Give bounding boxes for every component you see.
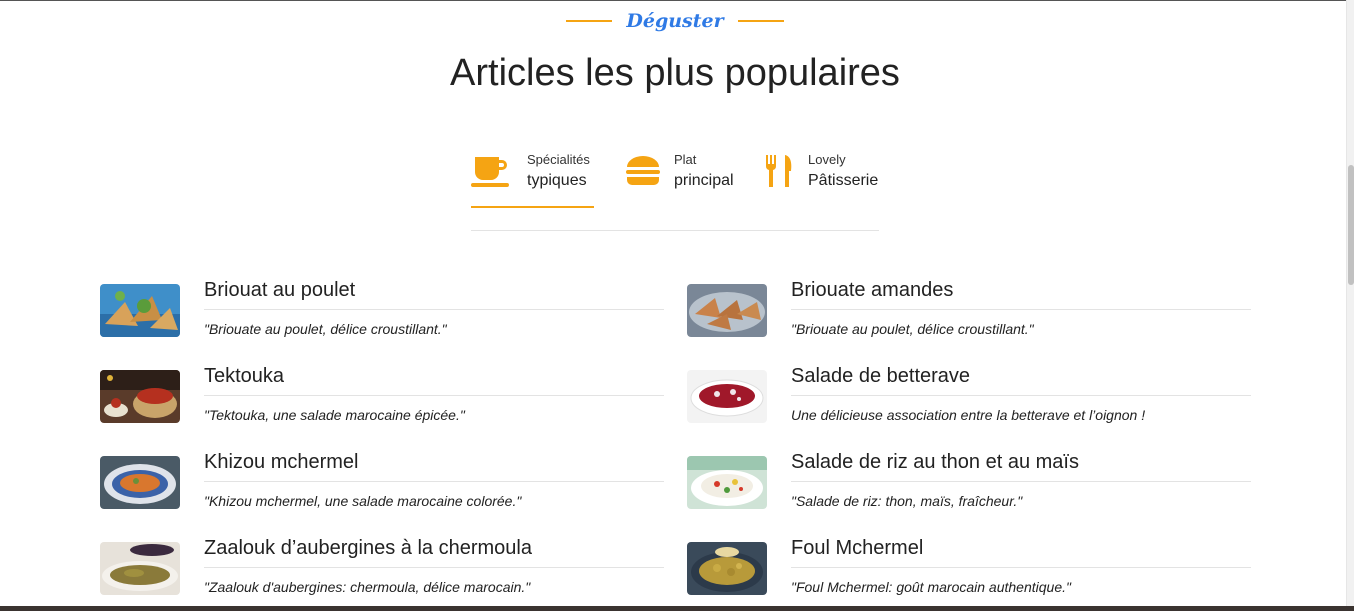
tab-big-label: Pâtisserie — [808, 172, 879, 189]
item-divider — [791, 481, 1251, 482]
tab-specialites[interactable]: Spécialités typiques — [471, 150, 594, 208]
item-divider — [204, 395, 664, 396]
menu-item[interactable]: Briouate amandes "Briouate au poulet, dé… — [687, 279, 1251, 343]
item-description: "Khizou mchermel, une salade marocaine c… — [204, 493, 522, 509]
item-description: "Briouate au poulet, délice croustillant… — [204, 321, 447, 337]
menu-item[interactable]: Tektouka "Tektouka, une salade marocaine… — [100, 365, 664, 429]
eyebrow-line-left — [565, 20, 612, 22]
item-description: "Salade de riz: thon, maïs, fraîcheur." — [791, 493, 1023, 509]
item-title[interactable]: Zaalouk d’aubergines à la chermoula — [204, 537, 532, 560]
menu-item[interactable]: Zaalouk d’aubergines à la chermoula "Zaa… — [100, 537, 664, 601]
item-title[interactable]: Salade de riz au thon et au maïs — [791, 451, 1079, 474]
section-title: Articles les plus populaires — [450, 52, 900, 94]
scrollbar-thumb[interactable] — [1348, 165, 1354, 285]
item-divider — [204, 309, 664, 310]
item-description: Une délicieuse association entre la bett… — [791, 407, 1146, 423]
tab-plat-principal[interactable]: Plat principal — [626, 150, 746, 208]
item-divider — [791, 567, 1251, 568]
vertical-scrollbar[interactable] — [1346, 0, 1354, 606]
burger-icon — [626, 156, 660, 185]
item-title[interactable]: Tektouka — [204, 365, 284, 388]
item-divider — [204, 481, 664, 482]
tab-patisserie[interactable]: Lovely Pâtisserie — [765, 150, 879, 208]
tektouka-image — [100, 370, 180, 423]
item-description: "Tektouka, une salade marocaine épicée." — [204, 407, 465, 423]
tab-active-indicator — [471, 206, 594, 208]
item-description: "Zaalouk d'aubergines: chermoula, délice… — [204, 579, 531, 595]
menu-item[interactable]: Briouat au poulet "Briouate au poulet, d… — [100, 279, 664, 343]
item-description: "Foul Mchermel: goût marocain authentiqu… — [791, 579, 1071, 595]
briouat-poulet-image — [100, 284, 180, 337]
tab-big-label: principal — [674, 172, 734, 189]
item-title[interactable]: Khizou mchermel — [204, 451, 359, 474]
item-title[interactable]: Foul Mchermel — [791, 537, 923, 560]
item-title[interactable]: Salade de betterave — [791, 365, 970, 388]
khizou-mchermel-image — [100, 456, 180, 509]
eyebrow-line-right — [738, 20, 785, 22]
coffee-cup-icon — [471, 157, 509, 187]
tab-small-label: Lovely — [808, 152, 846, 167]
item-title[interactable]: Briouate amandes — [791, 279, 953, 302]
menu-item[interactable]: Salade de riz au thon et au maïs "Salade… — [687, 451, 1251, 515]
tab-small-label: Plat — [674, 152, 697, 167]
menu-item[interactable]: Khizou mchermel "Khizou mchermel, une sa… — [100, 451, 664, 515]
top-border — [0, 0, 1354, 1]
item-divider — [791, 309, 1251, 310]
briouate-amandes-image — [687, 284, 767, 337]
salade-betterave-image — [687, 370, 767, 423]
tab-small-label: Spécialités — [527, 152, 590, 167]
item-divider — [204, 567, 664, 568]
item-divider — [791, 395, 1251, 396]
utensils-icon — [765, 155, 792, 187]
menu-item[interactable]: Salade de betterave Une délicieuse assoc… — [687, 365, 1251, 429]
item-title[interactable]: Briouat au poulet — [204, 279, 355, 302]
salade-riz-image — [687, 456, 767, 509]
menu-item[interactable]: Foul Mchermel "Foul Mchermel: goût maroc… — [687, 537, 1251, 601]
item-description: "Briouate au poulet, délice croustillant… — [791, 321, 1034, 337]
zaalouk-image — [100, 542, 180, 595]
tab-big-label: typiques — [527, 172, 587, 189]
category-tabs: Spécialités typiques Plat principal Love… — [471, 150, 879, 231]
eyebrow-text: Déguster — [626, 10, 724, 32]
foul-mchermel-image — [687, 542, 767, 595]
section-eyebrow: Déguster — [0, 10, 1350, 32]
bottom-border — [0, 606, 1354, 611]
